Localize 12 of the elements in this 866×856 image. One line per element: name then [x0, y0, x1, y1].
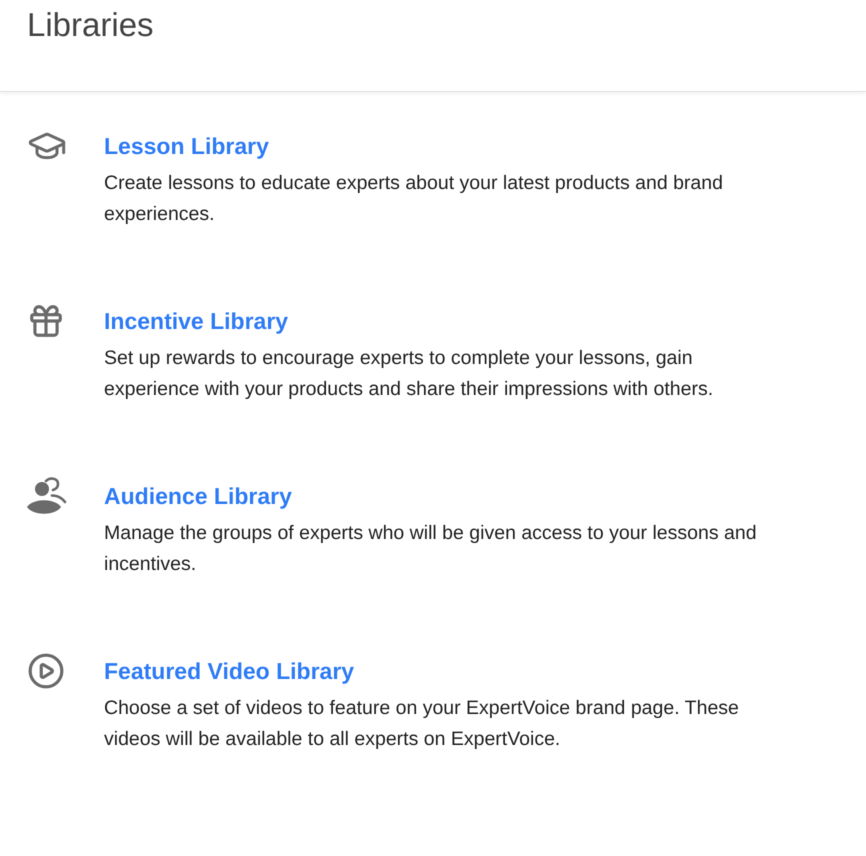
play-circle-icon	[27, 652, 65, 690]
library-description: Set up rewards to encourage experts to complete your lessons, gain experience with your products and share their impressions with others.	[104, 346, 714, 402]
library-link[interactable]: Audience Library	[104, 479, 292, 513]
library-link[interactable]: Incentive Library	[104, 304, 288, 338]
library-description: Choose a set of videos to feature on your ExpertVoice brand page. These videos will be available to all experts on ExpertVoice.	[104, 696, 740, 752]
library-link[interactable]: Lesson Library	[104, 129, 269, 163]
page-title: Libraries	[27, 5, 154, 45]
library-description: Manage the groups of experts who will be given access to your lessons and incentives.	[104, 521, 758, 577]
library-description: Create lessons to educate experts about your latest products and brand experiences.	[104, 171, 724, 227]
library-link[interactable]: Featured Video Library	[104, 654, 354, 688]
gift-icon	[27, 302, 65, 340]
person-arrow-icon	[27, 477, 67, 515]
